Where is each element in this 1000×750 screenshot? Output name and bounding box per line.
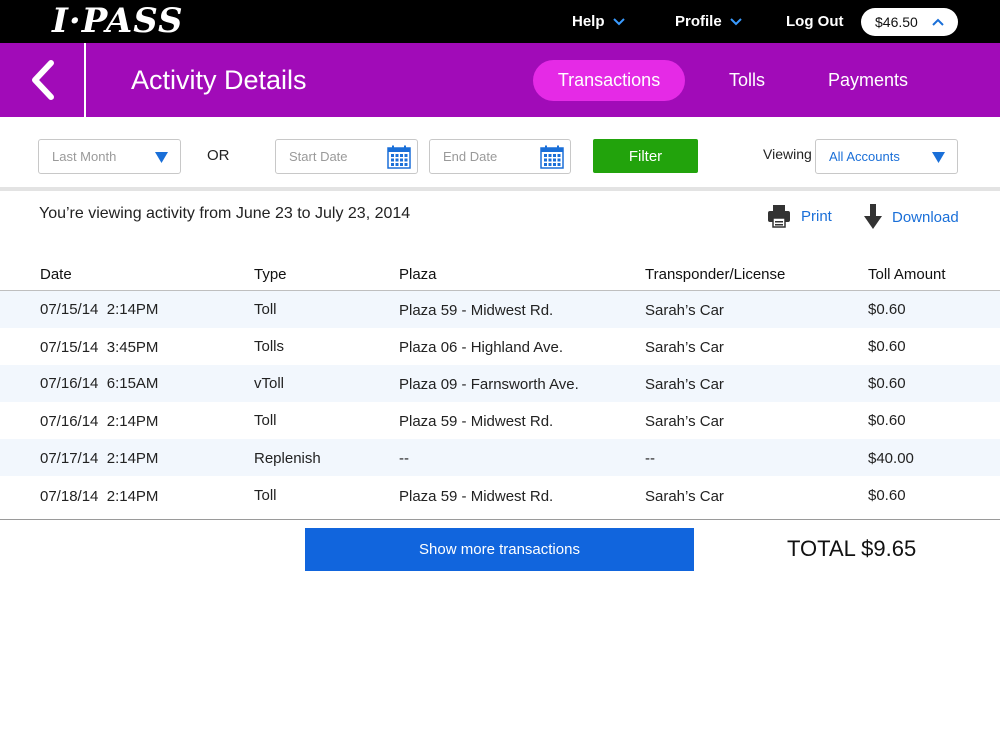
- row-amount: $0.60: [868, 487, 906, 504]
- help-label: Help: [572, 13, 605, 30]
- caret-down-icon: [155, 152, 168, 163]
- row-transponder: Sarah’s Car: [645, 488, 724, 505]
- row-transponder: Sarah’s Car: [645, 413, 724, 430]
- table-bottom-divider: [0, 519, 1000, 520]
- caret-down-icon: [932, 152, 945, 163]
- row-type: Toll: [254, 487, 277, 504]
- printer-icon: [768, 205, 790, 228]
- print-label: Print: [801, 207, 832, 225]
- row-plaza: Plaza 59 - Midwest Rd.: [399, 413, 554, 430]
- accounts-select[interactable]: All Accounts: [815, 139, 958, 174]
- tab-payments[interactable]: Payments: [820, 60, 916, 101]
- row-amount: $0.60: [868, 338, 906, 355]
- row-plaza: --: [399, 450, 409, 467]
- chevron-up-icon: [932, 18, 944, 26]
- end-date-input[interactable]: End Date: [429, 139, 571, 174]
- row-amount: $40.00: [868, 450, 914, 467]
- column-header-plaza: Plaza: [399, 266, 437, 283]
- column-header-transponder: Transponder/License: [645, 266, 786, 283]
- row-type: Toll: [254, 301, 277, 318]
- column-header-amount: Toll Amount: [868, 266, 946, 283]
- chevron-left-icon: [32, 60, 54, 100]
- activity-range-text: You’re viewing activity from June 23 to …: [39, 205, 411, 222]
- row-type: Tolls: [254, 338, 285, 355]
- row-amount: $0.60: [868, 301, 906, 318]
- row-amount: $0.60: [868, 412, 906, 429]
- back-button[interactable]: [0, 43, 86, 117]
- column-header-type: Type: [254, 266, 287, 283]
- page-header: Activity Details Transactions Tolls Paym…: [0, 43, 1000, 117]
- start-date-placeholder: Start Date: [289, 149, 348, 164]
- accounts-select-value: All Accounts: [829, 149, 900, 164]
- calendar-icon[interactable]: [387, 145, 411, 169]
- period-select[interactable]: Last Month: [38, 139, 181, 174]
- profile-menu[interactable]: Profile: [675, 12, 742, 32]
- filter-button[interactable]: Filter: [593, 139, 698, 173]
- start-date-input[interactable]: Start Date: [275, 139, 418, 174]
- row-date: 07/15/14 3:45PM: [40, 339, 159, 356]
- page-title: Activity Details: [131, 65, 307, 95]
- show-more-button[interactable]: Show more transactions: [305, 528, 694, 571]
- row-transponder: --: [645, 450, 655, 467]
- row-date: 07/16/14 6:15AM: [40, 375, 159, 392]
- tab-tolls[interactable]: Tolls: [712, 60, 782, 101]
- row-transponder: Sarah’s Car: [645, 302, 724, 319]
- table-row[interactable]: 07/15/14 3:45PM Tolls Plaza 06 - Highlan…: [0, 328, 1000, 365]
- end-date-placeholder: End Date: [443, 149, 498, 164]
- profile-label: Profile: [675, 13, 722, 30]
- chevron-down-icon: [612, 18, 625, 26]
- print-button[interactable]: Print: [767, 204, 832, 228]
- row-transponder: Sarah’s Car: [645, 339, 724, 356]
- row-date: 07/18/14 2:14PM: [40, 488, 159, 505]
- row-type: vToll: [254, 375, 285, 392]
- column-header-date: Date: [40, 266, 72, 283]
- row-plaza: Plaza 59 - Midwest Rd.: [399, 488, 554, 505]
- row-transponder: Sarah’s Car: [645, 376, 724, 393]
- row-type: Toll: [254, 412, 277, 429]
- download-label: Download: [892, 208, 959, 226]
- table-row[interactable]: 07/16/14 6:15AM vToll Plaza 09 - Farnswo…: [0, 365, 1000, 402]
- row-plaza: Plaza 59 - Midwest Rd.: [399, 302, 554, 319]
- period-select-value: Last Month: [52, 149, 117, 164]
- tab-transactions[interactable]: Transactions: [533, 60, 685, 101]
- download-arrow-icon: [864, 204, 882, 229]
- row-plaza: Plaza 09 - Farnsworth Ave.: [399, 376, 579, 393]
- table-row[interactable]: 07/15/14 2:14PM Toll Plaza 59 - Midwest …: [0, 291, 1000, 328]
- chevron-down-icon: [729, 18, 742, 26]
- row-amount: $0.60: [868, 375, 906, 392]
- table-row[interactable]: 07/16/14 2:14PM Toll Plaza 59 - Midwest …: [0, 402, 1000, 439]
- balance-value: $46.50: [875, 14, 918, 30]
- or-label: OR: [207, 147, 230, 164]
- row-type: Replenish: [254, 450, 321, 467]
- row-plaza: Plaza 06 - Highland Ave.: [399, 339, 563, 356]
- ipass-logo[interactable]: I·PASS: [52, 2, 184, 40]
- table-row[interactable]: 07/18/14 2:14PM Toll Plaza 59 - Midwest …: [0, 477, 1000, 514]
- viewing-label: Viewing: [763, 146, 812, 162]
- help-menu[interactable]: Help: [572, 12, 625, 32]
- download-button[interactable]: Download: [864, 204, 959, 230]
- logout-label: Log Out: [786, 13, 844, 30]
- row-date: 07/15/14 2:14PM: [40, 301, 159, 318]
- logout-link[interactable]: Log Out: [786, 12, 843, 32]
- top-bar: I·PASS Help Profile Log Out $46.50: [0, 0, 1000, 43]
- row-date: 07/16/14 2:14PM: [40, 413, 159, 430]
- table-row[interactable]: 07/17/14 2:14PM Replenish -- -- $40.00: [0, 439, 1000, 476]
- total-amount: TOTAL $9.65: [787, 536, 917, 561]
- balance-dropdown[interactable]: $46.50: [861, 8, 958, 36]
- row-date: 07/17/14 2:14PM: [40, 450, 159, 467]
- calendar-icon[interactable]: [540, 145, 564, 169]
